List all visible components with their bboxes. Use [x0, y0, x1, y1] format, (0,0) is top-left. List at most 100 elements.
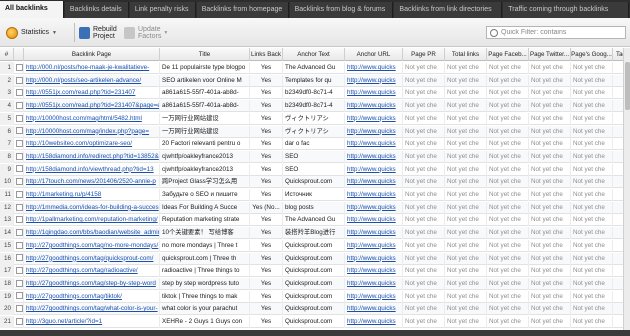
anchor-url-link[interactable]: http://www.quicks — [345, 316, 403, 328]
row-select-checkbox[interactable] — [16, 228, 23, 236]
row-select-checkbox[interactable] — [16, 317, 23, 325]
backlink-page-link[interactable]: http://1marketing.ru/p/4158 — [24, 189, 160, 201]
anchor-url-link[interactable]: http://www.quicks — [345, 252, 403, 265]
table-row[interactable]: 10 http://17touch.com/news/201406/2520-an… — [0, 176, 630, 189]
table-row[interactable]: 18 http://27goodthings.com/tag/step-by-st… — [0, 277, 630, 290]
table-row[interactable]: 15 http://27goodthings.com/tag/no-more-mo… — [0, 239, 630, 252]
header-anchor-url[interactable]: Anchor URL — [345, 48, 403, 61]
row-select-checkbox[interactable] — [16, 152, 23, 160]
row-checkbox[interactable] — [14, 150, 24, 163]
anchor-url-link[interactable]: http://www.quicks — [345, 138, 403, 151]
anchor-url-link[interactable]: http://www.quicks — [345, 163, 403, 176]
header-anchor-text[interactable]: Anchor Text — [283, 48, 345, 61]
row-checkbox[interactable] — [14, 74, 24, 87]
anchor-url-link[interactable]: http://www.quicks — [345, 112, 403, 125]
backlink-page-link[interactable]: http://000.nl/posts/hoe-maak-je-kwalitat… — [24, 62, 160, 74]
backlink-page-link[interactable]: http://158diamond.info/redirect.php?tid=… — [24, 150, 160, 163]
anchor-url-link[interactable]: http://www.quicks — [345, 74, 403, 87]
row-checkbox[interactable] — [14, 100, 24, 113]
header-page-pr[interactable]: Page PR — [403, 48, 445, 61]
header-select[interactable] — [14, 48, 24, 61]
header-title[interactable]: Title — [160, 48, 250, 61]
backlink-page-link[interactable]: http://27goodthings.com/tag/tiktok/ — [24, 290, 160, 303]
table-row[interactable]: 11 http://1marketing.ru/p/4158 Забудьте о … — [0, 189, 630, 201]
anchor-url-link[interactable]: http://www.quicks — [345, 265, 403, 278]
row-select-checkbox[interactable] — [16, 76, 23, 84]
backlink-page-link[interactable]: http://27goodthings.com/tag/no-more-mond… — [24, 239, 160, 252]
tab-traffic-through-backlinks[interactable]: Traffic coming through backlinks — [503, 2, 630, 18]
header-backlink-page[interactable]: Backlink Page — [24, 48, 160, 61]
backlink-page-link[interactable]: http://27goodthings.com/tag/quicksprout-… — [24, 252, 160, 265]
backlink-page-link[interactable]: http://1pallmarketing.com/reputation-mar… — [24, 214, 160, 227]
backlink-page-link[interactable]: http://158diamond.info/viewthread.php?ti… — [24, 163, 160, 176]
table-row[interactable]: 3 http://0551jx.com/read.php?tid=231407 a8… — [0, 87, 630, 100]
table-row[interactable]: 14 http://1qingdao.com/bbs/baodian/websit… — [0, 227, 630, 240]
row-checkbox[interactable] — [14, 227, 24, 240]
horizontal-scrollbar[interactable] — [0, 330, 630, 336]
anchor-url-link[interactable]: http://www.quicks — [345, 290, 403, 303]
backlink-page-link[interactable]: http://0551jx.com/read.php?tid=231407&pa… — [24, 100, 160, 113]
row-checkbox[interactable] — [14, 252, 24, 265]
table-row[interactable]: 1 http://000.nl/posts/hoe-maak-je-kwalita… — [0, 62, 630, 74]
table-row[interactable]: 5 http://10000host.com/mag/html/5482.html… — [0, 112, 630, 125]
table-row[interactable]: 19 http://27goodthings.com/tag/tiktok/tik… — [0, 290, 630, 303]
table-row[interactable]: 9 http://158diamond.info/viewthread.php?t… — [0, 163, 630, 176]
tab-backlinks-details[interactable]: Backlinks details — [64, 2, 129, 18]
table-row[interactable]: 6 http://10000host.com/mag/index.php?page… — [0, 125, 630, 138]
quick-filter-input[interactable] — [501, 29, 621, 36]
anchor-url-link[interactable]: http://www.quicks — [345, 150, 403, 163]
backlink-page-link[interactable]: http://27goodthings.com/tag/step-by-step… — [24, 277, 160, 290]
backlink-page-link[interactable]: http://27goodthings.com/tag/radioactive/ — [24, 265, 160, 278]
row-select-checkbox[interactable] — [16, 63, 23, 71]
backlink-page-link[interactable]: http://10000host.com/mag/index.php?page= — [24, 125, 160, 138]
anchor-url-link[interactable]: http://www.quicks — [345, 176, 403, 189]
row-select-checkbox[interactable] — [16, 114, 23, 122]
backlink-page-link[interactable]: http://3guo.net/article/?id=1 — [24, 316, 160, 328]
row-checkbox[interactable] — [14, 163, 24, 176]
anchor-url-link[interactable]: http://www.quicks — [345, 277, 403, 290]
tab-backlinks-from-homepage[interactable]: Backlinks from homepage — [196, 2, 289, 18]
table-row[interactable]: 16 http://27goodthings.com/tag/quicksprou… — [0, 252, 630, 265]
tab-backlinks-from-blog-forums[interactable]: Backlinks from blog & forums — [289, 2, 394, 18]
anchor-url-link[interactable]: http://www.quicks — [345, 87, 403, 100]
row-checkbox[interactable] — [14, 125, 24, 138]
row-select-checkbox[interactable] — [16, 140, 23, 148]
backlink-page-link[interactable]: http://1mmedia.com/ideas-for-building-a-… — [24, 201, 160, 214]
row-select-checkbox[interactable] — [16, 165, 23, 173]
anchor-url-link[interactable]: http://www.quicks — [345, 201, 403, 214]
row-select-checkbox[interactable] — [16, 101, 23, 109]
row-checkbox[interactable] — [14, 277, 24, 290]
header-number[interactable]: # — [0, 48, 14, 61]
row-checkbox[interactable] — [14, 290, 24, 303]
backlink-page-link[interactable]: http://27goodthings.com/tag/what-color-i… — [24, 303, 160, 316]
quick-filter[interactable] — [486, 26, 626, 39]
anchor-url-link[interactable]: http://www.quicks — [345, 227, 403, 240]
tab-all-backlinks[interactable]: All backlinks — [0, 1, 64, 18]
table-row[interactable]: 7 http://10websiteo.com/optimizare-seo/20… — [0, 138, 630, 151]
row-checkbox[interactable] — [14, 265, 24, 278]
row-select-checkbox[interactable] — [16, 178, 23, 186]
anchor-url-link[interactable]: http://www.quicks — [345, 125, 403, 138]
vertical-scrollbar[interactable] — [623, 48, 630, 330]
table-row[interactable]: 17 http://27goodthings.com/tag/radioactiv… — [0, 265, 630, 278]
row-checkbox[interactable] — [14, 316, 24, 328]
header-page-twitter[interactable]: Page Twitter... — [529, 48, 571, 61]
row-select-checkbox[interactable] — [16, 216, 23, 224]
row-checkbox[interactable] — [14, 303, 24, 316]
anchor-url-link[interactable]: http://www.quicks — [345, 239, 403, 252]
row-select-checkbox[interactable] — [16, 292, 23, 300]
table-row[interactable]: 21 http://3guo.net/article/?id=1 XEHRe - 2… — [0, 316, 630, 328]
header-page-google[interactable]: Page's Goog... — [571, 48, 613, 61]
table-row[interactable]: 8 http://158diamond.info/redirect.php?tid… — [0, 150, 630, 163]
row-select-checkbox[interactable] — [16, 279, 23, 287]
table-row[interactable]: 12 http://1mmedia.com/ideas-for-building-… — [0, 201, 630, 214]
row-checkbox[interactable] — [14, 176, 24, 189]
backlink-page-link[interactable]: http://10websiteo.com/optimizare-seo/ — [24, 138, 160, 151]
backlink-page-link[interactable]: http://0551jx.com/read.php?tid=231407 — [24, 87, 160, 100]
row-checkbox[interactable] — [14, 138, 24, 151]
table-row[interactable]: 2 http://000.nl/posts/seo-artikelen-advan… — [0, 74, 630, 87]
anchor-url-link[interactable]: http://www.quicks — [345, 303, 403, 316]
row-select-checkbox[interactable] — [16, 241, 23, 249]
backlink-page-link[interactable]: http://10000host.com/mag/html/5482.html — [24, 112, 160, 125]
backlink-page-link[interactable]: http://17touch.com/news/201406/2520-anni… — [24, 176, 160, 189]
